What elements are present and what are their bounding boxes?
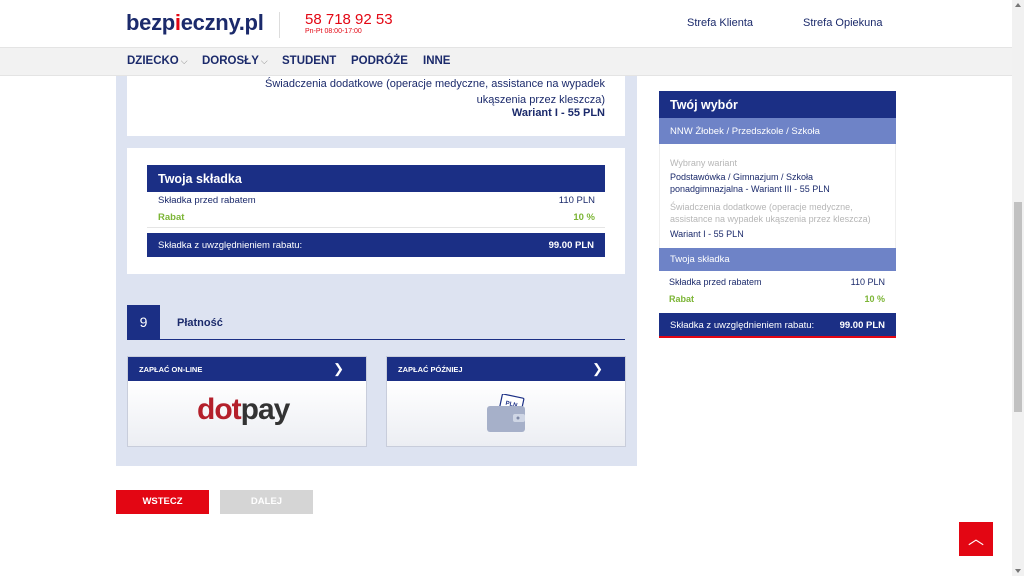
nav-item-dziecko[interactable]: DZIECKO ⌵ [127,55,188,67]
wallet-icon: PLN [487,394,525,432]
strefa-klienta-link[interactable]: Strefa Klienta [687,17,753,29]
summary-details: Wybrany wariant Podstawówka / Gimnazjum … [659,144,896,248]
next-button[interactable]: DALEJ [220,490,313,514]
scroll-up-arrow-icon[interactable] [1015,3,1021,7]
pay-online-body[interactable]: dotpay [128,381,366,446]
phone-number[interactable]: 58 718 92 53 [305,11,393,28]
page: bezpieczny.pl 58 718 92 53 Pn-Pt 08:00-1… [0,0,1024,576]
divider [147,227,605,228]
summary-before-row: Składka przed rabatem 110 PLN [669,277,885,287]
pay-later-label: ZAPŁAĆ PÓŹNIEJ [398,365,463,374]
pay-online-header[interactable]: ZAPŁAĆ ON-LINE ❯ [128,357,366,381]
pay-later-header[interactable]: ZAPŁAĆ PÓŹNIEJ ❯ [387,357,625,381]
extras-summary-value: Wariant I - 55 PLN [670,229,744,239]
scroll-to-top-button[interactable]: ︿ [959,522,993,556]
premium-total-row: Składka z uwzględnieniem rabatu: 99.00 P… [147,233,605,257]
summary-premium-title: Twoja składka [659,248,896,271]
premium-before-label: Składka przed rabatem [158,195,256,206]
nav-item-podroze[interactable]: PODRÓŻE [351,55,408,67]
summary-total-value: 99.00 PLN [839,320,885,331]
step-underline [160,339,625,340]
chevron-right-icon: ❯ [592,361,603,376]
summary-rabat-value: 10 % [864,294,885,304]
premium-total-label: Składka z uwzględnieniem rabatu: [158,240,303,251]
pay-later-option[interactable]: ZAPŁAĆ PÓŹNIEJ ❯ PLN [386,356,626,447]
top-header: bezpieczny.pl 58 718 92 53 Pn-Pt 08:00-1… [0,0,1012,47]
step-title: Płatność [177,317,223,329]
summary-before-value: 110 PLN [850,277,885,287]
pay-later-body[interactable]: PLN [387,381,625,446]
page-scrollbar[interactable] [1012,0,1024,576]
logo[interactable]: bezpieczny.pl [126,10,264,36]
chevron-up-icon: ︿ [967,531,984,548]
extras-value: Wariant I - 55 PLN [511,107,605,119]
chevron-right-icon: ❯ [333,361,344,376]
premium-rabat-label: Rabat [158,212,185,223]
summary-sidebar: Twój wybór NNW Żłobek / Przedszkole / Sz… [659,91,896,338]
pay-online-label: ZAPŁAĆ ON-LINE [139,365,203,374]
scroll-thumb[interactable] [1014,202,1022,412]
summary-before-label: Składka przed rabatem [669,277,762,287]
premium-total-value: 99.00 PLN [548,240,594,251]
strefa-opiekuna-link[interactable]: Strefa Opiekuna [803,17,883,29]
extras-label: Świadczenia dodatkowe (operacje medyczne… [265,78,605,106]
summary-title: Twój wybór [659,91,896,118]
variant-label: Wybrany wariant [670,158,737,168]
step-number: 9 [127,305,160,340]
summary-premium-body: Składka przed rabatem 110 PLN Rabat 10 % [659,271,896,313]
nav-item-student[interactable]: STUDENT [282,55,336,67]
premium-card: Twoja składka Składka przed rabatem 110 … [127,148,625,274]
scroll-down-arrow-icon[interactable] [1015,569,1021,573]
extras-card: Świadczenia dodatkowe (operacje medyczne… [127,76,625,136]
back-button[interactable]: WSTECZ [116,490,209,514]
premium-before-row: Składka przed rabatem 110 PLN [158,195,595,206]
pay-online-option[interactable]: ZAPŁAĆ ON-LINE ❯ dotpay [127,356,367,447]
extras-summary-label: Świadczenia dodatkowe (operacje medyczne… [670,202,871,224]
chevron-down-icon: ⌵ [180,56,188,66]
summary-product: NNW Żłobek / Przedszkole / Szkoła [659,118,896,144]
header-divider [279,12,280,38]
premium-before-value: 110 PLN [558,195,595,206]
main-nav: DZIECKO ⌵ DOROSŁY ⌵ STUDENT PODRÓŻE INNE [0,47,1012,76]
chevron-down-icon: ⌵ [260,56,268,66]
variant-value: Podstawówka / Gimnazjum / Szkoła ponadgi… [670,172,830,194]
premium-rabat-value: 10 % [573,212,595,223]
premium-title: Twoja składka [147,165,605,192]
summary-rabat-label: Rabat [669,294,695,304]
premium-rabat-row: Rabat 10 % [158,212,595,223]
dotpay-logo: dotpay [197,393,290,426]
nav-item-inne[interactable]: INNE [423,55,450,67]
summary-total-row: Składka z uwzględnieniem rabatu: 99.00 P… [659,313,896,338]
summary-rabat-row: Rabat 10 % [669,294,885,304]
phone-hours: Pn-Pt 08:00-17:00 [305,28,362,35]
nav-item-dorosly[interactable]: DOROSŁY ⌵ [202,55,268,67]
summary-total-label: Składka z uwzględnieniem rabatu: [670,320,815,331]
